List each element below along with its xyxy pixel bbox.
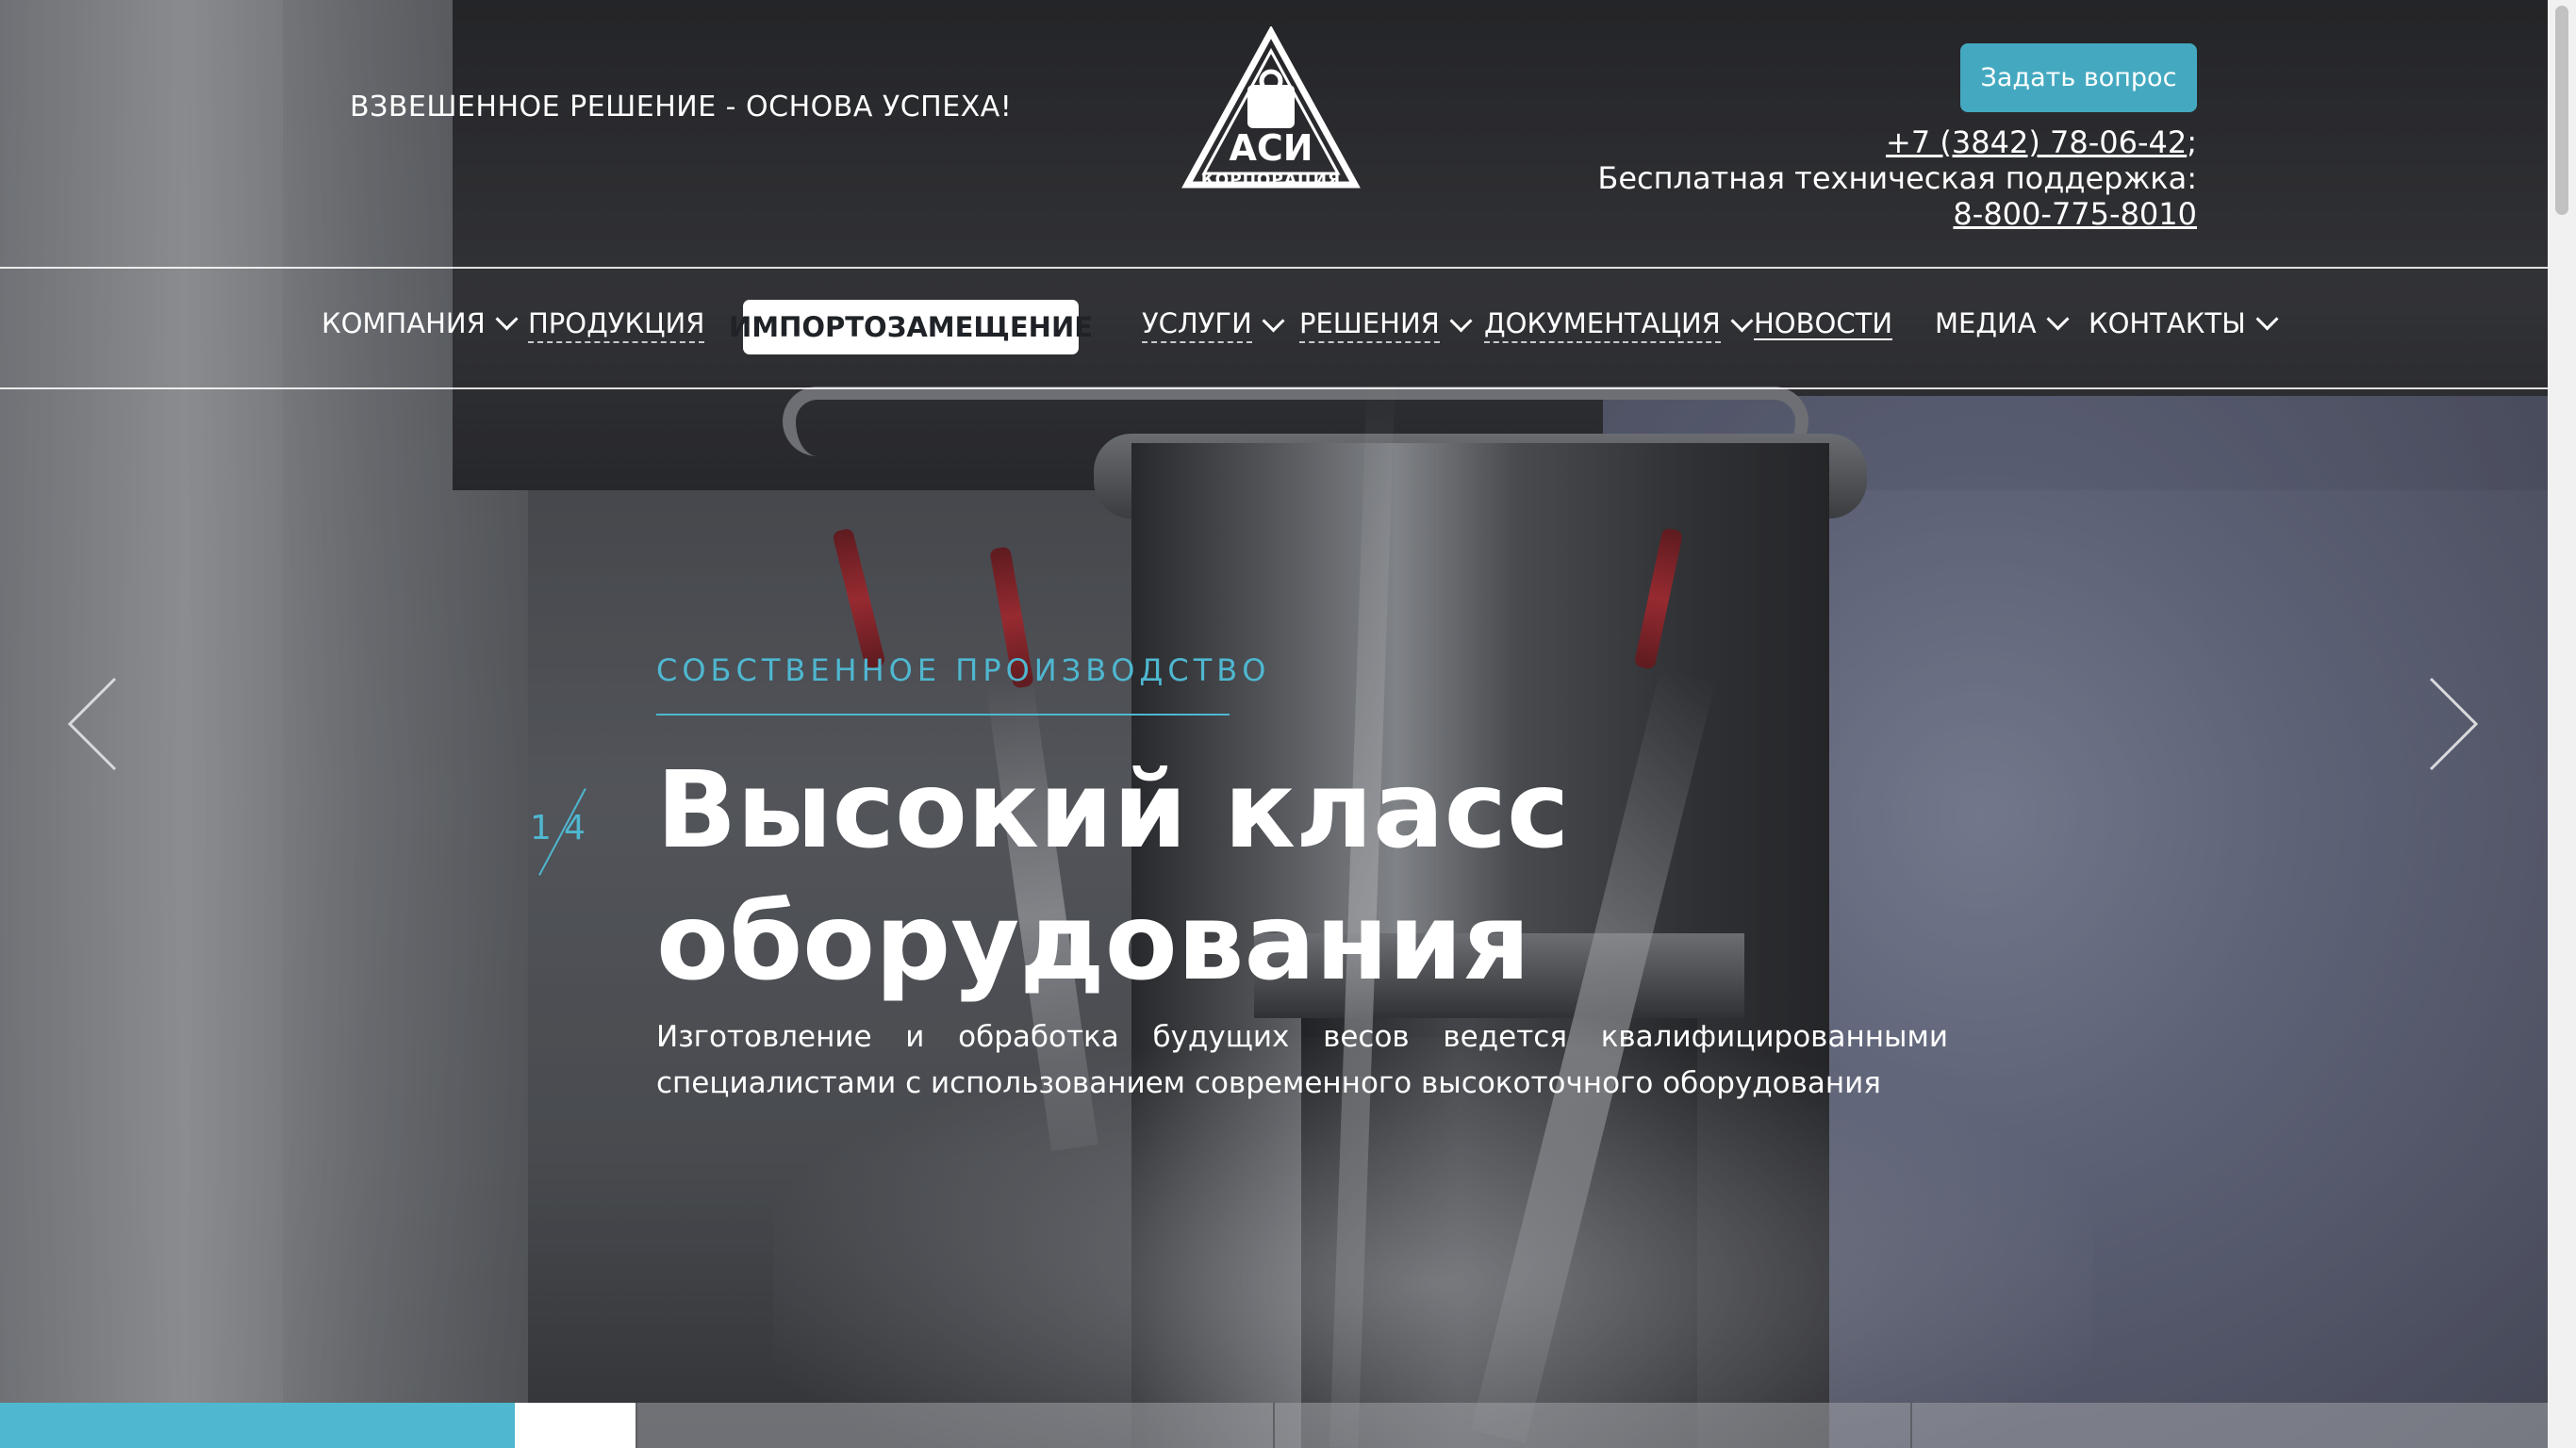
logo-word: КОРПОРАЦИЯ: [1201, 171, 1341, 189]
chevron-down-icon: [1262, 308, 1285, 333]
support-phone-link[interactable]: 8-800-775-8010: [1953, 196, 2197, 232]
nav-item-media[interactable]: МЕДИА: [1935, 306, 2070, 339]
logo-abbr: АСИ: [1229, 127, 1313, 169]
nav-item-products[interactable]: ПРОДУКЦИЯ: [528, 307, 705, 343]
slide-description: Изготовление и обработка будущих весов в…: [656, 1020, 1948, 1100]
nav-item-company[interactable]: КОМПАНИЯ: [322, 306, 519, 339]
chevron-down-icon: [2255, 306, 2279, 331]
slider-next-button[interactable]: [2425, 675, 2482, 773]
company-logo[interactable]: АСИ КОРПОРАЦИЯ: [1181, 25, 1361, 192]
nav-divider-top: [0, 267, 2548, 269]
nav-label: ПРОДУКЦИЯ: [528, 307, 705, 343]
slide-counter: 1 4: [524, 788, 609, 876]
header-contacts: +7 (3842) 78-06-42; Бесплатная техническ…: [1597, 124, 2197, 232]
support-label: Бесплатная техническая поддержка:: [1597, 160, 2197, 196]
slide-progress-fill: [0, 1403, 515, 1448]
nav-label: КОМПАНИЯ: [322, 307, 486, 339]
nav-item-import-substitution[interactable]: ИМПОРТОЗАМЕЩЕНИЕ: [729, 300, 1093, 354]
nav-item-documentation[interactable]: ДОКУМЕНТАЦИЯ: [1484, 307, 1754, 343]
nav-item-news[interactable]: НОВОСТИ: [1754, 307, 1892, 339]
nav-item-services[interactable]: УСЛУГИ: [1142, 307, 1285, 343]
chevron-down-icon: [2046, 306, 2070, 331]
slide-tab-2[interactable]: [636, 1403, 1273, 1448]
slide-tab-3[interactable]: [1273, 1403, 1910, 1448]
slide-title-line-2: оборудования: [656, 881, 1530, 1004]
site-slogan: ВЗВЕШЕННОЕ РЕШЕНИЕ - ОСНОВА УСПЕХА!: [350, 90, 1013, 123]
slide-title-line-1: Высокий класс: [656, 749, 1570, 872]
slide-eyebrow: СОБСТВЕННОЕ ПРОИЗВОДСТВО: [656, 652, 1271, 688]
nav-label: РЕШЕНИЯ: [1299, 307, 1440, 343]
slider-prev-button[interactable]: [64, 675, 121, 773]
nav-item-solutions[interactable]: РЕШЕНИЯ: [1299, 307, 1473, 343]
slide-tab-4[interactable]: [1910, 1403, 2548, 1448]
nav-divider-bottom: [0, 387, 2548, 389]
chevron-down-icon: [1730, 308, 1754, 333]
slide-total: 4: [564, 809, 586, 847]
slide-current: 1: [530, 809, 552, 847]
slider-pagination: [0, 1403, 2548, 1448]
scrollbar-thumb[interactable]: [2555, 6, 2568, 215]
slide-title: Высокий класс оборудования: [656, 745, 1882, 1009]
nav-label: НОВОСТИ: [1754, 307, 1893, 339]
phone-link[interactable]: +7 (3842) 78-06-42: [1886, 124, 2187, 160]
slide-tab-1[interactable]: [515, 1403, 636, 1448]
chevron-down-icon: [1449, 308, 1473, 333]
nav-label: УСЛУГИ: [1142, 307, 1252, 343]
ask-question-button[interactable]: Задать вопрос: [1960, 43, 2197, 112]
page-scrollbar[interactable]: [2548, 0, 2576, 1448]
phone-suffix: ;: [2187, 124, 2197, 160]
nav-label: КОНТАКТЫ: [2089, 307, 2246, 339]
chevron-down-icon: [495, 306, 519, 331]
nav-label: ДОКУМЕНТАЦИЯ: [1484, 307, 1721, 343]
nav-label: МЕДИА: [1935, 307, 2037, 339]
nav-item-contacts[interactable]: КОНТАКТЫ: [2089, 306, 2279, 339]
eyebrow-underline: [656, 714, 1230, 716]
chevron-left-icon: [67, 677, 117, 771]
chevron-right-icon: [2429, 677, 2479, 771]
